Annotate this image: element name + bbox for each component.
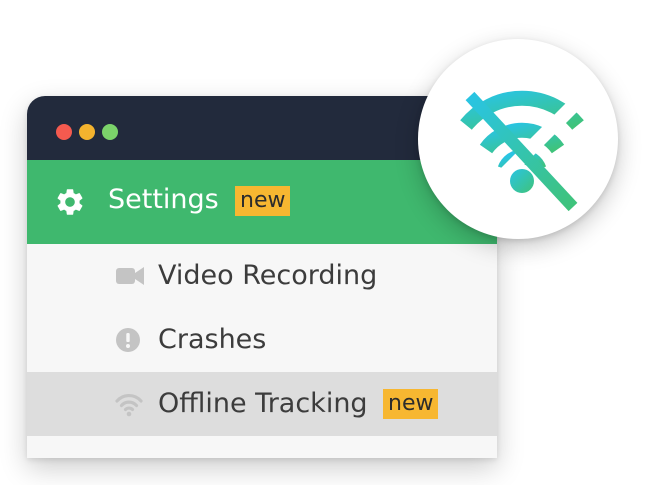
minimize-window-button[interactable] (79, 124, 95, 140)
menu-item-video-recording[interactable]: Video Recording (27, 244, 497, 308)
gear-icon (57, 189, 83, 215)
wifi-icon (115, 394, 143, 417)
settings-menu: Video Recording Crashes Offline Tracking… (27, 244, 497, 436)
wifi-off-icon (460, 90, 584, 212)
exclamation-circle-icon (116, 328, 140, 352)
menu-item-label: Crashes (158, 324, 267, 355)
settings-label: Settings (108, 184, 219, 215)
menu-item-offline-tracking[interactable]: Offline Tracking new (27, 372, 497, 436)
offline-feature-badge (418, 39, 618, 239)
menu-item-crashes[interactable]: Crashes (27, 308, 497, 372)
video-camera-icon (116, 267, 144, 285)
menu-item-label: Offline Tracking (158, 388, 368, 419)
menu-item-label: Video Recording (158, 260, 378, 291)
close-window-button[interactable] (56, 124, 72, 140)
maximize-window-button[interactable] (102, 124, 118, 140)
new-badge: new (235, 186, 291, 216)
new-badge: new (383, 389, 439, 419)
